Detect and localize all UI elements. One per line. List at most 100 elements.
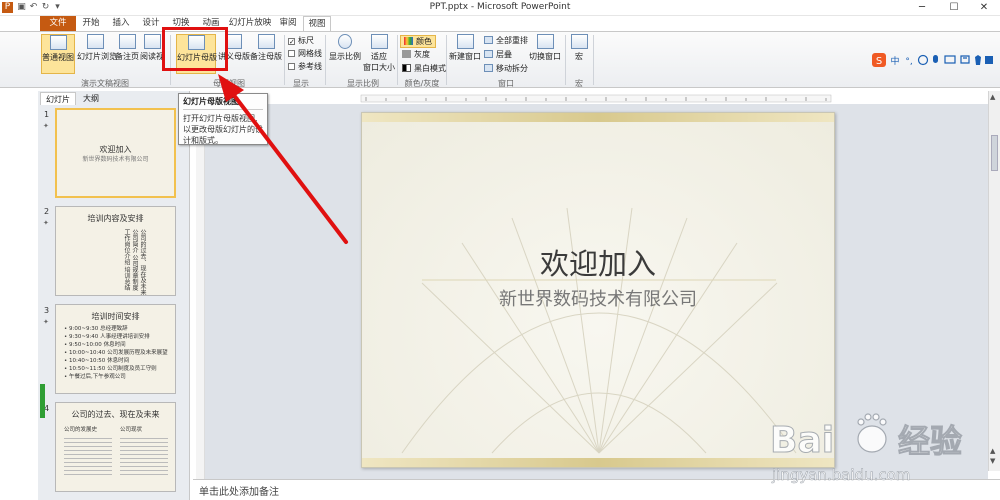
tab-home[interactable]: 开始 bbox=[78, 16, 104, 31]
thumbnail-text: 休息时间 bbox=[103, 342, 126, 348]
tab-file[interactable]: 文件 bbox=[40, 16, 76, 31]
animation-star-icon: ✦ bbox=[43, 122, 49, 130]
close-icon[interactable]: ✕ bbox=[970, 1, 998, 15]
macros-icon bbox=[570, 34, 588, 49]
current-slide[interactable]: 欢迎加入 新世界数码技术有限公司 bbox=[361, 112, 835, 468]
ribbon: 普通视图 幻灯片浏览 备注页 阅读视图 幻灯片母版 讲义母版 备注母版 演示文稿… bbox=[0, 31, 1000, 88]
thumbnail-text: 公司发展历程及未来展望 bbox=[107, 350, 168, 356]
group-label-window: 窗口 bbox=[498, 79, 514, 88]
color-button[interactable]: 颜色 bbox=[400, 35, 436, 48]
next-slide-icon[interactable]: ▼ bbox=[990, 457, 995, 465]
new-window-icon bbox=[456, 34, 474, 49]
thumbnail-title: 培训内容及安排 bbox=[87, 214, 144, 223]
thumbnail-text-lines bbox=[64, 435, 112, 475]
thumbnail-text: 午餐过后,下午参观公司 bbox=[69, 374, 126, 380]
grayscale-button[interactable]: 灰度 bbox=[402, 49, 430, 60]
baidu-jingyan-watermark: Bai 经验 jingyan.baidu.com bbox=[768, 412, 968, 490]
title-bar: P ▣ ↶ ↻ ▾ PPT.pptx - Microsoft PowerPoin… bbox=[0, 0, 1000, 16]
thumbnail-text: 9:00~9:30 bbox=[69, 326, 99, 332]
slide-thumbnail-1[interactable]: 欢迎加入 新世界数码技术有限公司 bbox=[55, 108, 176, 198]
grayscale-swatch-icon bbox=[402, 50, 411, 58]
thumbnail-text: 10:00~10:40 bbox=[69, 350, 106, 356]
slide-thumbnail-4[interactable]: 公司的过去、现在及未来 公司的发展史 公司现状 bbox=[55, 402, 176, 492]
notes-page-icon bbox=[118, 34, 136, 49]
baidu-jingyan-logo: Bai 经验 jingyan.baidu.com bbox=[770, 413, 963, 484]
tab-insert[interactable]: 插入 bbox=[108, 16, 134, 31]
svg-text:中: 中 bbox=[890, 55, 899, 67]
slide-subtitle[interactable]: 新世界数码技术有限公司 bbox=[362, 285, 834, 311]
group-label-color-grayscale: 颜色/灰度 bbox=[404, 79, 440, 88]
svg-text:Bai: Bai bbox=[770, 420, 834, 461]
slide-sorter-button[interactable]: 幻灯片浏览 bbox=[77, 34, 117, 62]
gridlines-checkbox[interactable]: 网格线 bbox=[288, 48, 322, 59]
animation-star-icon: ✦ bbox=[43, 318, 49, 326]
color-swatch-icon bbox=[404, 37, 413, 45]
vertical-scrollbar[interactable]: ▲ ▲ ▼ bbox=[988, 91, 1000, 471]
checkmark-icon: ✓ bbox=[288, 38, 295, 46]
thumbnail-subtitle: 新世界数码技术有限公司 bbox=[82, 156, 149, 163]
thumbnail-text: 培训总结 bbox=[123, 266, 130, 291]
black-white-swatch-icon bbox=[402, 64, 411, 72]
slide-number: 1 bbox=[44, 110, 50, 119]
checkbox-box bbox=[288, 50, 295, 57]
tab-slideshow[interactable]: 幻灯片放映 bbox=[228, 16, 272, 31]
reading-view-button[interactable]: 阅读视图 bbox=[140, 34, 164, 62]
thumbnail-text: 公司规章制度 bbox=[131, 254, 138, 291]
thumbnail-text: 公司的发展史 bbox=[64, 427, 98, 433]
tab-design[interactable]: 设计 bbox=[138, 16, 164, 31]
thumbnail-text-lines bbox=[120, 435, 168, 475]
new-window-button[interactable]: 新建窗口 bbox=[448, 34, 482, 62]
svg-text:jingyan.baidu.com: jingyan.baidu.com bbox=[771, 466, 910, 484]
fit-to-window-button[interactable]: 适应 窗口大小 bbox=[362, 34, 396, 73]
maximize-icon[interactable]: ☐ bbox=[940, 1, 968, 15]
slide-thumbnail-3[interactable]: 培训时间安排 • 9:00~9:30 总经理致辞 • 9:30~9:40 人事经… bbox=[55, 304, 176, 394]
reading-view-icon bbox=[143, 34, 161, 49]
normal-view-button[interactable]: 普通视图 bbox=[41, 34, 75, 74]
group-label-presentation-views: 演示文稿视图 bbox=[81, 79, 129, 88]
scroll-up-icon[interactable]: ▲ bbox=[990, 93, 995, 101]
macros-button[interactable]: 宏 bbox=[568, 34, 590, 62]
animation-star-icon: ✦ bbox=[43, 219, 49, 227]
tab-outline[interactable]: 大纲 bbox=[76, 92, 106, 105]
thumbnail-text: 公司的过去、现在及未来 bbox=[139, 229, 146, 295]
notes-master-button[interactable]: 备注母版 bbox=[250, 34, 282, 62]
black-white-button[interactable]: 黑白模式 bbox=[402, 63, 446, 74]
thumbnail-text: 9:30~9:40 bbox=[69, 334, 99, 340]
ime-toolbar: S 中 °, bbox=[872, 53, 994, 67]
slide-thumbnail-2[interactable]: 培训内容及安排 公司的过去、现在及未来 公司简介 公司规章制度 工作岗位介绍 培… bbox=[55, 206, 176, 296]
scroll-thumb[interactable] bbox=[991, 135, 998, 171]
scroll-indicator bbox=[40, 384, 45, 418]
notes-page-button[interactable]: 备注页 bbox=[114, 34, 140, 62]
normal-view-icon bbox=[49, 35, 67, 50]
cascade-icon bbox=[484, 50, 493, 58]
slide-number: 3 bbox=[44, 306, 50, 315]
tab-review[interactable]: 审阅 bbox=[276, 16, 300, 31]
thumbnail-text: 9:50~10:00 bbox=[69, 342, 102, 348]
move-split-button[interactable]: 移动拆分 bbox=[484, 63, 528, 74]
ruler-checkbox[interactable]: ✓ 标尺 bbox=[288, 35, 314, 46]
divider bbox=[593, 35, 594, 85]
zoom-button[interactable]: 显示比例 bbox=[328, 34, 362, 62]
thumbnail-vertical-text: 公司的过去、现在及未来 公司简介 公司规章制度 工作岗位介绍 培训总结 bbox=[122, 229, 146, 295]
switch-windows-icon bbox=[536, 34, 554, 49]
thumbnail-title: 公司的过去、现在及未来 bbox=[71, 410, 160, 419]
tab-slides[interactable]: 幻灯片 bbox=[40, 92, 76, 105]
thumbnail-text: 公司制度及员工守则 bbox=[107, 366, 157, 372]
thumbnail-text: 10:50~11:50 bbox=[69, 366, 106, 372]
ime-toolbar-icons[interactable]: S 中 °, bbox=[872, 53, 994, 67]
svg-text:S: S bbox=[876, 56, 882, 67]
previous-slide-icon[interactable]: ▲ bbox=[990, 447, 995, 455]
svg-text:经验: 经验 bbox=[898, 422, 962, 460]
switch-windows-button[interactable]: 切换窗口 bbox=[528, 34, 562, 62]
thumbnail-text: 10:40~10:50 bbox=[69, 358, 106, 364]
annotation-arrow-icon bbox=[218, 74, 348, 244]
ribbon-tabs: 文件 开始 插入 设计 切换 动画 幻灯片放映 审阅 视图 bbox=[0, 16, 1000, 31]
tab-view[interactable]: 视图 bbox=[303, 16, 331, 31]
window-title: PPT.pptx - Microsoft PowerPoint bbox=[429, 2, 571, 12]
arrange-all-button[interactable]: 全部重排 bbox=[484, 35, 528, 46]
thumbnail-text: 休息时间 bbox=[107, 358, 130, 364]
cascade-button[interactable]: 层叠 bbox=[484, 49, 512, 60]
slide-title[interactable]: 欢迎加入 bbox=[362, 241, 834, 283]
arrange-all-icon bbox=[484, 36, 493, 44]
minimize-icon[interactable]: ─ bbox=[908, 1, 936, 15]
